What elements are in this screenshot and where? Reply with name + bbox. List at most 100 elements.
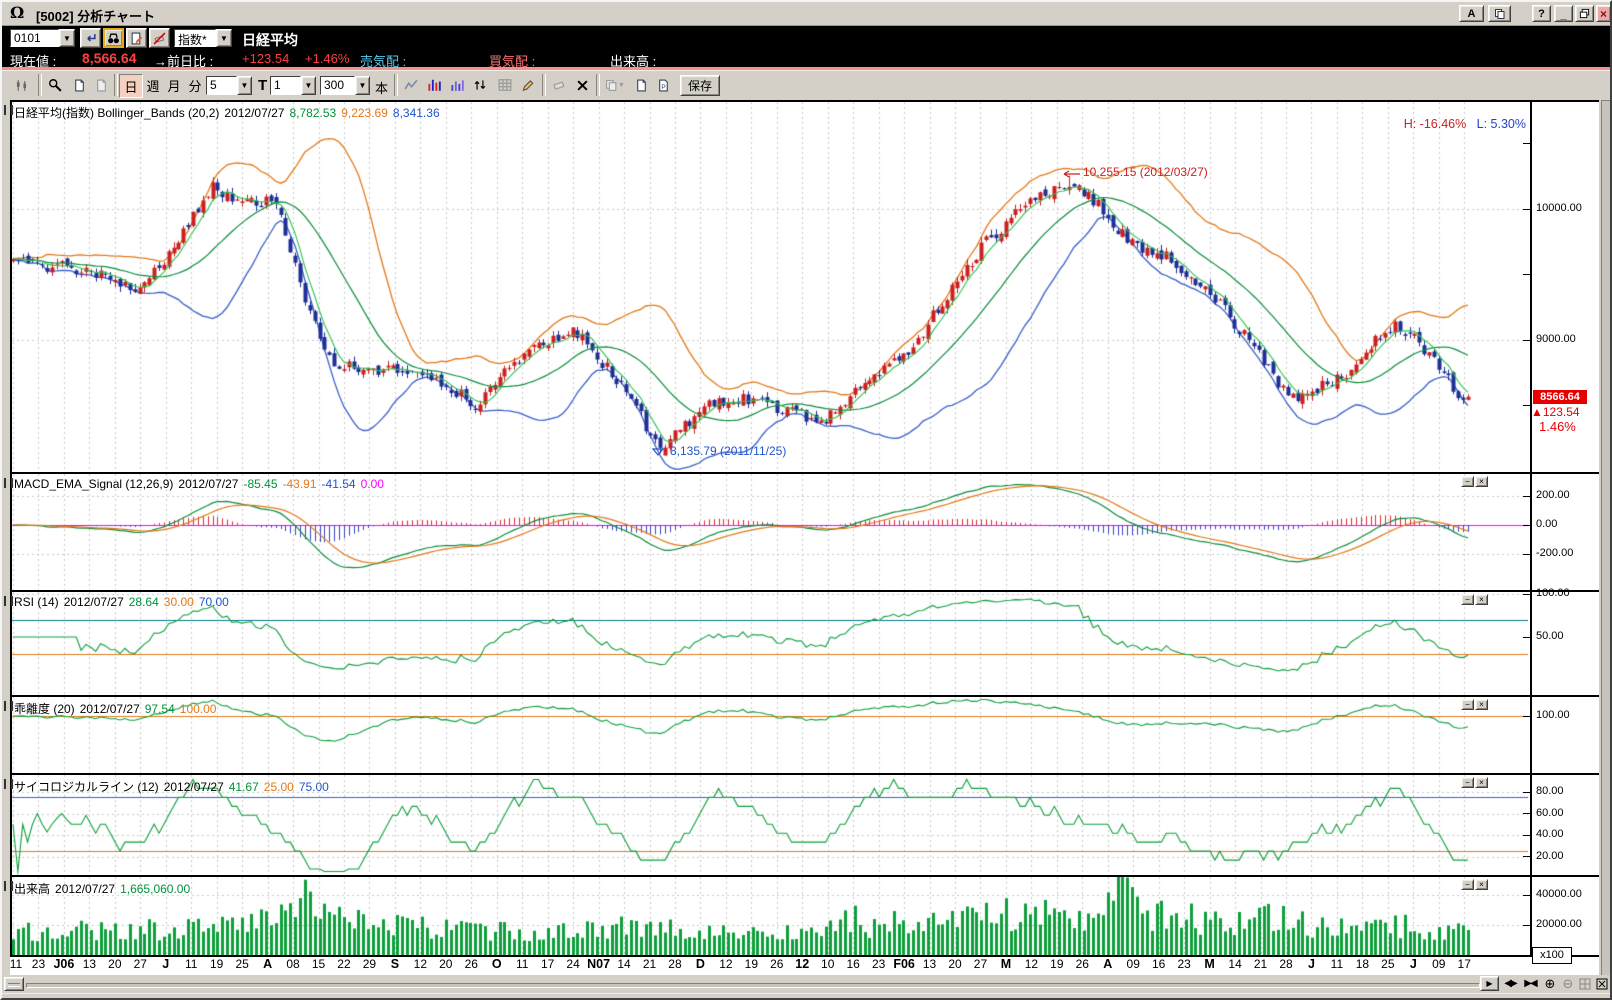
- page-icon: [635, 79, 648, 92]
- bar-count-dropdown[interactable]: ▼: [355, 76, 370, 95]
- x-axis-label: 11: [516, 957, 528, 971]
- bar-count-select[interactable]: 300: [320, 76, 355, 95]
- panel-collapse-button[interactable]: −: [1461, 476, 1474, 487]
- panel-grip[interactable]: [4, 105, 13, 115]
- close-panel-button[interactable]: [1593, 976, 1611, 991]
- copy-chart-button[interactable]: ▼: [602, 74, 628, 96]
- high-percent: H: -16.46%: [1404, 117, 1467, 131]
- x-axis-label: D: [696, 957, 705, 971]
- scrollbar-thumb[interactable]: [4, 977, 24, 991]
- minimize-button[interactable]: _: [1554, 5, 1573, 22]
- draw-line-button[interactable]: [517, 74, 539, 96]
- zoom-in-button[interactable]: ⊕: [1541, 976, 1559, 991]
- font-button[interactable]: A: [1459, 5, 1484, 22]
- panel-grip[interactable]: [4, 881, 13, 891]
- panel-collapse-button[interactable]: −: [1461, 879, 1474, 890]
- grid-toggle-button[interactable]: [1576, 976, 1594, 991]
- scroll-right-button[interactable]: ▶: [1480, 976, 1499, 991]
- page-p-icon: P: [657, 79, 670, 92]
- tick-interval-dropdown[interactable]: ▼: [301, 76, 316, 95]
- scrollbar-track[interactable]: [26, 983, 1480, 988]
- indicator-value: 41.67: [229, 780, 259, 794]
- volume-bars-button[interactable]: [446, 74, 468, 96]
- panel-close-button[interactable]: ×: [1475, 476, 1488, 487]
- search-button[interactable]: [103, 28, 124, 48]
- minute-interval-dropdown[interactable]: ▼: [237, 76, 252, 95]
- titlebar[interactable]: Ω [5002] 分析チャート A ? _ ×: [2, 2, 1610, 26]
- panel-grip[interactable]: [4, 478, 13, 488]
- panel-close-button[interactable]: ×: [1475, 594, 1488, 605]
- tick-interval-select[interactable]: 1: [270, 76, 301, 95]
- panel-grip[interactable]: [4, 779, 13, 789]
- y-axis-label: 9000.00: [1536, 333, 1576, 345]
- help-button[interactable]: ?: [1532, 5, 1551, 22]
- kairi-panel-header: 乖離度 (20)2012/07/2797.54100.00: [14, 700, 226, 717]
- save-button[interactable]: 保存: [680, 75, 720, 96]
- panel-grip[interactable]: [4, 701, 13, 711]
- close-button[interactable]: ×: [1596, 5, 1611, 22]
- axis-tick: [1523, 637, 1530, 638]
- x-axis-label: 27: [974, 957, 987, 971]
- histogram-button[interactable]: [423, 74, 445, 96]
- y-axis-label: 10000.00: [1536, 202, 1582, 214]
- symbol-input[interactable]: 0101: [10, 29, 59, 47]
- grid-icon: [1579, 978, 1591, 990]
- x-axis-label: 09: [1127, 957, 1140, 971]
- period-minute-button[interactable]: 分: [184, 74, 206, 96]
- indicator-value: -85.45: [243, 477, 277, 491]
- zoom-tool-button[interactable]: [44, 74, 66, 96]
- panel-collapse-button[interactable]: −: [1461, 594, 1474, 605]
- memo-button[interactable]: [126, 28, 147, 48]
- delete-all-button[interactable]: [571, 74, 593, 96]
- expand-bars-button[interactable]: ◀▶: [1501, 976, 1519, 991]
- period-month-button[interactable]: 月: [163, 74, 185, 96]
- volume-panel-header: 出来高2012/07/271,665,060.00: [14, 880, 200, 897]
- kairi-panel-title: 乖離度 (20): [14, 702, 75, 716]
- main-panel-title: 日経平均(指数) Bollinger_Bands (20,2): [14, 106, 219, 120]
- candle-style-button[interactable]: [10, 74, 32, 96]
- panel-collapse-button[interactable]: −: [1461, 777, 1474, 788]
- line-chart-button[interactable]: [400, 74, 422, 96]
- high-arrow-icon: [1060, 170, 1080, 178]
- load-page-button[interactable]: [630, 74, 652, 96]
- grid-settings-button[interactable]: [494, 74, 516, 96]
- vertical-scrollbar[interactable]: [1601, 100, 1612, 977]
- period-day-button[interactable]: 日: [119, 74, 143, 98]
- panel-close-button[interactable]: ×: [1475, 699, 1488, 710]
- enter-button[interactable]: [80, 28, 101, 48]
- x-axis-label: 14: [1228, 957, 1241, 971]
- type-dropdown-button[interactable]: ▼: [216, 29, 232, 47]
- restore-button[interactable]: [1575, 5, 1594, 22]
- new-page-button[interactable]: [68, 74, 90, 96]
- erase-line-button[interactable]: [548, 74, 570, 96]
- panel-collapse-button[interactable]: −: [1461, 699, 1474, 710]
- main-chart-canvas[interactable]: [12, 102, 1528, 470]
- clear-button[interactable]: [149, 28, 170, 48]
- copy-window-button[interactable]: [1488, 5, 1511, 22]
- x-axis-label: 22: [337, 957, 350, 971]
- panel-grip[interactable]: [4, 596, 13, 606]
- minute-interval-select[interactable]: 5: [206, 76, 237, 95]
- volume-chart-canvas[interactable]: [12, 877, 1528, 955]
- scale-adjust-button[interactable]: [469, 74, 491, 96]
- print-page-button[interactable]: P: [652, 74, 674, 96]
- period-week-button[interactable]: 週: [142, 74, 164, 96]
- prev-diff-value: +123.54: [242, 51, 289, 66]
- axis-tick: [1523, 792, 1530, 793]
- kairi-chart-canvas[interactable]: [12, 697, 1528, 773]
- page-copy-button[interactable]: [90, 74, 112, 96]
- zoom-out-button[interactable]: ⊖: [1559, 976, 1577, 991]
- rsi-chart-canvas[interactable]: [12, 592, 1528, 695]
- chart-toolbar: 日 週 月 分 5 ▼ T 1 ▼ 300 ▼ 本: [2, 70, 1610, 101]
- symbol-dropdown-button[interactable]: ▼: [59, 29, 75, 47]
- toolbar-separator: [38, 74, 42, 96]
- macd-chart-canvas[interactable]: [12, 474, 1528, 590]
- indicator-value: -43.91: [283, 477, 317, 491]
- high-low-indicator: H: -16.46% L: 5.30%: [1252, 117, 1526, 131]
- panel-close-button[interactable]: ×: [1475, 879, 1488, 890]
- type-select[interactable]: 指数*: [174, 29, 216, 47]
- x-axis-label: 11: [10, 957, 22, 971]
- window-title: [5002] 分析チャート: [36, 6, 155, 25]
- shrink-bars-button[interactable]: ▶◀: [1521, 976, 1539, 991]
- panel-close-button[interactable]: ×: [1475, 777, 1488, 788]
